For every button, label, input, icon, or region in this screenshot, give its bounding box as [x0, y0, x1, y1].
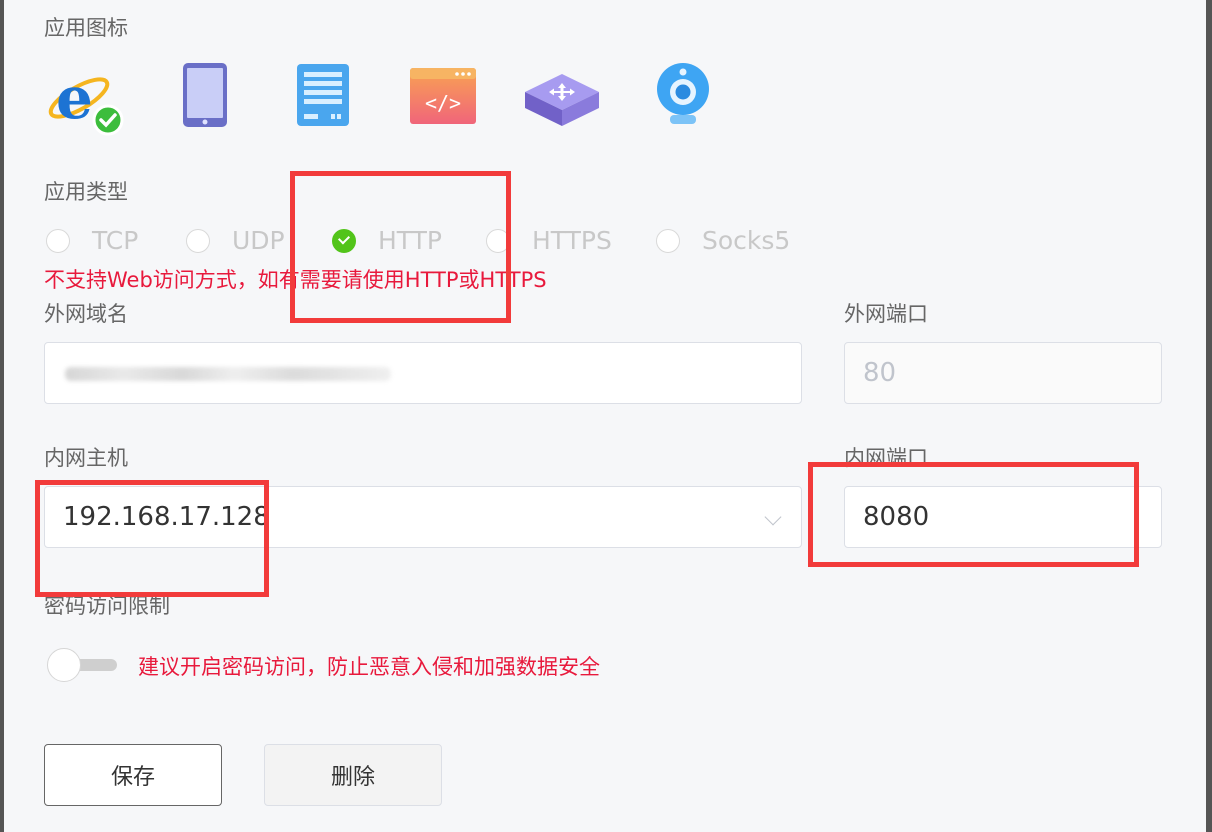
webcam-icon[interactable] [654, 62, 724, 132]
radio-https-label: HTTPS [532, 226, 612, 255]
radio-https[interactable]: HTTPS [486, 226, 612, 255]
radio-socks5[interactable]: Socks5 [656, 226, 790, 255]
radio-socks5-dot[interactable] [656, 228, 680, 253]
radio-tcp[interactable]: TCP [46, 226, 138, 255]
radio-tcp-dot[interactable] [46, 228, 70, 253]
radio-http-check-icon[interactable] [332, 228, 356, 253]
toggle-knob[interactable] [47, 648, 81, 682]
ie-browser-icon[interactable]: e [46, 60, 124, 136]
window-edge-right [1206, 0, 1212, 832]
internal-host-label: 内网主机 [44, 446, 128, 470]
radio-udp[interactable]: UDP [186, 226, 285, 255]
password-toggle[interactable] [47, 648, 117, 682]
delete-button[interactable]: 删除 [264, 744, 442, 806]
code-window-icon[interactable]: </> [410, 68, 480, 138]
radio-tcp-label: TCP [92, 226, 139, 255]
svg-text:</>: </> [425, 91, 461, 115]
external-port-value: 80 [863, 358, 897, 388]
external-port-input[interactable]: 80 [844, 342, 1162, 404]
radio-http[interactable]: HTTP [332, 226, 442, 255]
radio-socks5-label: Socks5 [702, 226, 791, 255]
app-icon-label: 应用图标 [44, 16, 128, 40]
internal-port-value: 8080 [863, 502, 930, 532]
radio-http-label: HTTP [378, 226, 442, 255]
external-domain-label: 外网域名 [44, 302, 128, 326]
internal-host-select[interactable]: 192.168.17.128 [44, 486, 802, 548]
external-domain-input[interactable] [44, 342, 802, 404]
internal-port-input[interactable]: 8080 [844, 486, 1162, 548]
password-hint: 建议开启密码访问，防止恶意入侵和加强数据安全 [138, 655, 600, 679]
internal-host-value: 192.168.17.128 [63, 502, 270, 532]
password-limit-label: 密码访问限制 [44, 594, 170, 618]
redacted-domain [65, 367, 391, 381]
tablet-icon[interactable] [182, 62, 252, 132]
network-switch-icon[interactable] [523, 70, 599, 140]
chevron-down-icon[interactable] [764, 508, 782, 526]
radio-udp-label: UDP [232, 226, 285, 255]
window-edge-left [0, 0, 4, 832]
radio-https-dot[interactable] [486, 228, 510, 253]
app-type-warning: 不支持Web访问方式，如有需要请使用HTTP或HTTPS [44, 268, 547, 292]
server-icon[interactable] [297, 64, 367, 134]
app-type-label: 应用类型 [44, 180, 128, 204]
external-port-label: 外网端口 [844, 302, 928, 326]
radio-udp-dot[interactable] [186, 228, 210, 253]
internal-port-label: 内网端口 [844, 446, 928, 470]
svg-text:e: e [56, 64, 93, 132]
save-button[interactable]: 保存 [44, 744, 222, 806]
